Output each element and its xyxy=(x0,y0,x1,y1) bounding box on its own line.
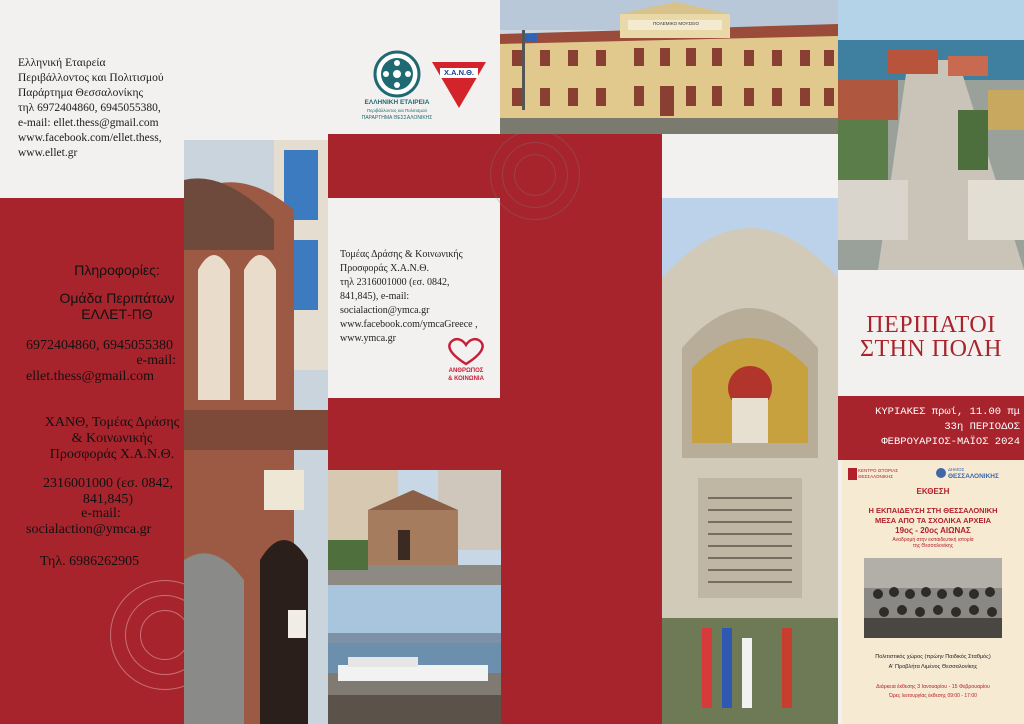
poster-subtitle: Αναδρομή στην εκπαιδευτική ιστορία της Θ… xyxy=(892,537,974,549)
ellet-logo-line1: ΕΛΛΗΝΙΚΗ ΕΤΑΙΡΕΙΑ xyxy=(364,99,430,106)
school-class-photo xyxy=(864,558,1002,638)
xanth-sector: ΧΑΝΘ, Τομέας Δράσης & Κοινωνικής Προσφορ… xyxy=(44,415,180,462)
port-aerial-photo xyxy=(838,0,1024,270)
telephone: Τηλ. 6986262905 xyxy=(40,554,140,569)
email-label: e-mail: xyxy=(136,353,176,368)
ymca-contact: Τομέας Δράσης & Κοινωνικής Προσφοράς Χ.Α… xyxy=(340,249,478,344)
ellet-logo: ΕΛΛΗΝΙΚΗ ΕΤΑΙΡΕΙΑ Περιβάλλοντος και Πολι… xyxy=(352,50,442,128)
xanth-email[interactable]: socialaction@ymca.gr xyxy=(26,522,196,538)
war-museum-photo: ΠΟΛΕΜΙΚΟ ΜΟΥΣΕΙΟ xyxy=(500,0,838,134)
poster-logo-right-small: ΔΗΜΟΣ xyxy=(948,467,965,472)
heart-icon xyxy=(448,337,484,366)
group-email[interactable]: ellet.thess@gmail.com xyxy=(26,369,196,385)
anthropos-line1: ΑΝΘΡΩΠΟΣ xyxy=(448,368,484,374)
poster-logo-right-mark xyxy=(936,468,946,478)
museum-sign: ΠΟΛΕΜΙΚΟ ΜΟΥΣΕΙΟ xyxy=(653,21,699,26)
schedule-line1: ΚΥΡΙΑΚΕΣ πρωί, 11.00 πμ xyxy=(875,406,1020,418)
monument-photo xyxy=(662,198,838,724)
poster-logo-left-mark xyxy=(848,468,857,480)
ymca-logo: Χ.Α.Ν.Θ. xyxy=(432,62,486,108)
ellet-logo-line3: ΠΑΡΑΡΤΗΜΑ ΘΕΣΣΑΛΟΝΙΚΗΣ xyxy=(361,115,433,121)
xanth-phone: 2316001000 (εσ. 0842, 841,845) xyxy=(42,476,174,507)
exhibition-poster: ΚΕΝΤΡΟ ΙΣΤΟΡΙΑΣ ΘΕΣΣΑΛΟΝΙΚΗΣ ΔΗΜΟΣ ΘΕΣΣΑ… xyxy=(842,460,1024,724)
deco-ring xyxy=(514,154,556,196)
poster-hours: Ώρες λειτουργίας έκθεσης 09:00 - 17:00 xyxy=(889,693,977,699)
harbor-photo xyxy=(328,585,501,724)
group-phone: 6972404860, 6945055380 xyxy=(26,338,173,353)
poster-title-3: 19ος - 20ος ΑΙΩΝΑΣ xyxy=(895,526,971,535)
schedule-line3: ΦΕΒΡΟΥΑΡΙΟΣ-ΜΑΪΟΣ 2024 xyxy=(881,436,1020,448)
middle-red-strip xyxy=(500,198,662,724)
chapel-photo xyxy=(328,470,501,585)
poster-venue-2: Α' Προβλήτα Λιμένος Θεσσαλονίκης xyxy=(888,664,978,670)
poster-dates: Διάρκεια έκθεσης 3 Ιανουαρίου - 15 Φεβρο… xyxy=(876,684,990,690)
poster-title-1: Η ΕΚΠΑΙΔΕΥΣΗ ΣΤΗ ΘΕΣΣΑΛΟΝΙΚΗ xyxy=(868,506,998,515)
cover-title-line2: ΣΤΗΝ ΠΟΛΗ xyxy=(859,336,1003,362)
poster-logo-left: ΚΕΝΤΡΟ ΙΣΤΟΡΙΑΣ ΘΕΣΣΑΛΟΝΙΚΗΣ xyxy=(858,468,898,479)
ellet-logo-line2: Περιβάλλοντος και Πολιτισμού xyxy=(367,108,427,113)
cover-title-line1: ΠΕΡΙΠΑΤΟΙ xyxy=(866,312,996,338)
schedule-line2: 33η ΠΕΡΙΟΔΟΣ xyxy=(944,421,1020,433)
church-photo xyxy=(184,140,328,724)
poster-logo-right: ΘΕΣΣΑΛΟΝΙΚΗΣ xyxy=(948,473,999,480)
email-label: e-mail: xyxy=(81,506,121,521)
ymca-logo-text: Χ.Α.Ν.Θ. xyxy=(443,68,474,77)
deco-ring xyxy=(140,610,190,660)
poster-title-2: ΜΕΣΑ ΑΠΟ ΤΑ ΣΧΟΛΙΚΑ ΑΡΧΕΙΑ xyxy=(874,516,992,525)
poster-venue-1: Πολιτιστικός χώρος (πρώην Παιδικός Σταθμ… xyxy=(875,654,991,660)
poster-label: ΕΚΘΕΣΗ xyxy=(916,487,950,496)
anthropos-logo: ΑΝΘΡΩΠΟΣ & ΚΟΙΝΩΝΙΑ xyxy=(444,336,488,390)
anthropos-line2: & ΚΟΙΝΩΝΙΑ xyxy=(448,376,484,382)
